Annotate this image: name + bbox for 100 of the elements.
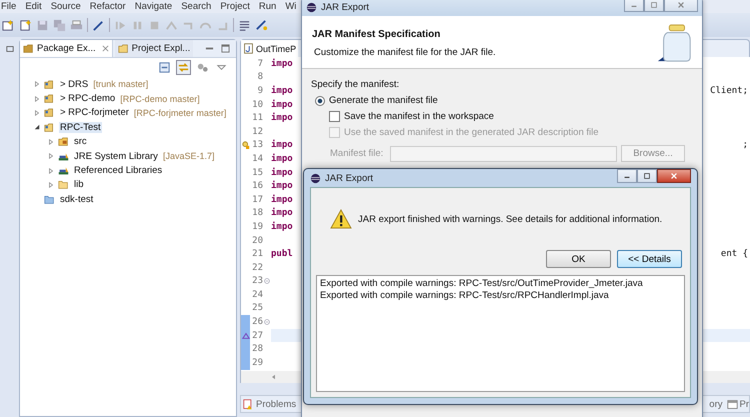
problems-icon: [243, 398, 254, 410]
scroll-left-icon[interactable]: [271, 374, 276, 380]
maximize-icon[interactable]: [221, 44, 230, 53]
books-icon: [58, 165, 69, 176]
line-number: 28: [251, 344, 263, 354]
link-editor-icon[interactable]: [177, 61, 190, 74]
menu-item[interactable]: File: [1, 1, 16, 12]
menu-item[interactable]: Run: [258, 1, 276, 12]
line-number: 26: [251, 317, 263, 328]
line-number: 18: [251, 208, 263, 218]
close-icon[interactable]: [102, 45, 109, 52]
code-text: ent {: [720, 249, 749, 260]
code-text: ;: [742, 140, 749, 150]
project-folder-icon: [44, 122, 55, 133]
line-number: 9: [256, 86, 263, 96]
line-number: 24: [251, 290, 263, 300]
expanded-arrow-icon[interactable]: [34, 124, 40, 130]
radio-button[interactable]: [315, 96, 325, 106]
close-icon: [677, 1, 685, 9]
tree-item[interactable]: > RPC-forjmeter: [59, 107, 130, 118]
code-keyword: impo: [271, 222, 293, 232]
tree-item[interactable]: > DRS: [59, 78, 90, 90]
lines-icon[interactable]: [238, 18, 251, 32]
menu-item[interactable]: Refactor: [90, 1, 126, 12]
view-tab[interactable]: Package Ex...: [20, 40, 113, 57]
checkbox-label: Save the manifest in the workspace: [344, 111, 494, 122]
branch-label: [RPC-demo master]: [120, 94, 200, 104]
collapse-all-icon[interactable]: [158, 61, 171, 74]
details-line[interactable]: Exported with compile warnings: RPC-Test/src/OutTimeProvider_Jmeter.java: [320, 278, 681, 289]
close-icon: [670, 172, 678, 180]
collapse-fold-icon[interactable]: [264, 278, 270, 284]
line-number: 8: [256, 72, 263, 82]
collapsed-arrow-icon[interactable]: [34, 96, 40, 102]
line-number: 7: [256, 58, 263, 69]
collapsed-arrow-icon[interactable]: [48, 168, 54, 174]
eclipse-logo-icon: [306, 2, 317, 12]
minimize-button[interactable]: [624, 0, 644, 12]
editor-tab[interactable]: OutTimeP: [241, 40, 298, 57]
lightbulb-warning-icon[interactable]: [242, 141, 250, 150]
code-keyword: impo: [271, 100, 293, 110]
menu-item[interactable]: Edit: [25, 1, 42, 12]
new-file-icon[interactable]: [19, 18, 32, 32]
view-tab[interactable]: Project Expl...: [114, 40, 194, 57]
collapsed-arrow-icon[interactable]: [48, 153, 54, 160]
code-text: Client;: [710, 86, 749, 96]
menu-item[interactable]: Source: [50, 1, 81, 12]
print-icon[interactable]: [70, 18, 83, 32]
view-tab[interactable]: ory: [709, 398, 722, 410]
gears-icon[interactable]: [196, 61, 209, 74]
field-label: Manifest file:: [330, 148, 384, 159]
code-keyword: impo: [271, 168, 293, 178]
restore-icon[interactable]: [6, 45, 14, 53]
details-line[interactable]: Exported with compile warnings: RPC-Test/src/RPCHandlerImpl.java: [320, 290, 681, 301]
new-window-icon[interactable]: [2, 18, 15, 32]
tree-item[interactable]: JRE System Library: [73, 150, 159, 162]
tree-item[interactable]: RPC-Test: [59, 122, 102, 133]
maximize-button[interactable]: [637, 169, 657, 183]
close-button[interactable]: [657, 169, 691, 183]
line-number: 21: [251, 249, 263, 260]
line-number: 12: [251, 126, 263, 137]
code-keyword: impo: [271, 58, 293, 69]
code-keyword: impo: [271, 194, 293, 205]
menu-item[interactable]: Search: [181, 1, 212, 12]
collapse-fold-icon[interactable]: [264, 319, 270, 326]
window-icon: [726, 398, 738, 410]
tree-item[interactable]: sdk-test: [59, 194, 94, 205]
folder-icon: [44, 194, 55, 205]
collapsed-arrow-icon[interactable]: [34, 81, 40, 88]
collapsed-arrow-icon[interactable]: [48, 182, 54, 188]
menu-item[interactable]: Project: [220, 1, 250, 12]
eclipse-logo-icon: [310, 172, 321, 184]
checkbox[interactable]: [329, 111, 340, 122]
dialog-button[interactable]: << Details: [617, 250, 682, 268]
tree-item[interactable]: lib: [73, 179, 85, 190]
triangle-marker-icon[interactable]: [242, 332, 250, 340]
warning-icon: [330, 209, 352, 229]
code-keyword: impo: [271, 181, 293, 192]
project-folder-icon: [44, 107, 55, 118]
dialog-button[interactable]: OK: [546, 250, 611, 268]
tree-item[interactable]: src: [73, 136, 88, 148]
tree-item[interactable]: Referenced Libraries: [73, 165, 164, 176]
collapsed-arrow-icon[interactable]: [34, 110, 40, 116]
view-tab[interactable]: Pr: [740, 398, 749, 410]
menu-item[interactable]: Wi: [285, 1, 296, 12]
tree-item[interactable]: > RPC-demo: [59, 93, 116, 104]
line-number: 22: [251, 262, 263, 273]
view-tab[interactable]: Problems: [256, 398, 296, 410]
branch-label: [JavaSE-1.7]: [162, 151, 214, 162]
line-number: 25: [251, 303, 263, 314]
collapsed-arrow-icon[interactable]: [48, 138, 54, 145]
wizard-heading: JAR Manifest Specification: [312, 29, 442, 40]
branch-label: [trunk master]: [93, 79, 148, 90]
pen-icon[interactable]: [92, 18, 105, 32]
save-icon[interactable]: [36, 18, 49, 32]
package-icon: [23, 43, 34, 54]
code-keyword: impo: [271, 113, 293, 124]
window-title: JAR Export: [325, 172, 374, 184]
save-all-icon[interactable]: [53, 18, 66, 32]
code-keyword: impo: [271, 140, 293, 150]
menu-item[interactable]: Navigate: [134, 1, 172, 12]
